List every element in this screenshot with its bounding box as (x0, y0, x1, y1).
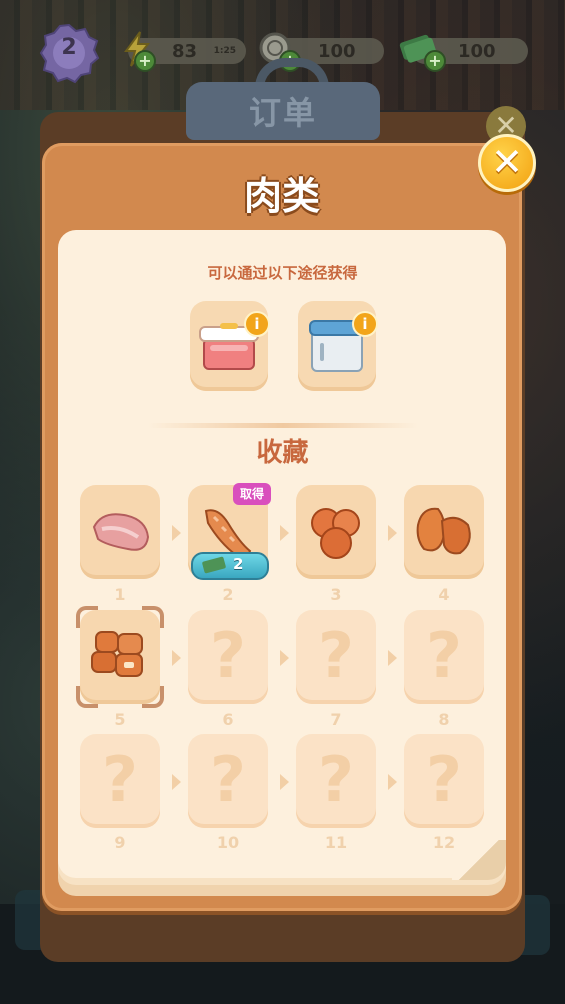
collection-item-6[interactable]: ? (188, 610, 268, 704)
item-level-number: 2 (222, 585, 234, 604)
item-level-number: 11 (324, 833, 348, 852)
cash-value: 100 (458, 41, 496, 62)
item-level-number: 4 (438, 585, 450, 604)
item-level-number: 1 (114, 585, 126, 604)
energy-value: 83 (172, 41, 198, 62)
arrow-icon (172, 650, 181, 666)
unknown-item-placeholder: ? (210, 743, 246, 816)
collection-item-7[interactable]: ? (296, 610, 376, 704)
arrow-icon (280, 650, 289, 666)
dialog-title: 肉类 (243, 174, 320, 218)
collection-item-10[interactable]: ? (188, 734, 268, 828)
orders-tab: 订单 (186, 82, 380, 140)
info-icon[interactable]: i (244, 311, 270, 337)
level-number: 2 (61, 35, 77, 60)
cash-plus-button[interactable]: + (424, 50, 446, 72)
energy-plus-button[interactable]: + (134, 50, 156, 72)
unknown-item-placeholder: ? (102, 743, 138, 816)
collection-item-12[interactable]: ? (404, 734, 484, 828)
price-pill[interactable]: 2 (191, 552, 269, 580)
orders-tab-title: 订单 (248, 94, 317, 132)
item-level-number: 10 (216, 833, 240, 852)
obtain-badge: 取得 (233, 483, 271, 505)
selection-frame (76, 606, 164, 708)
item-level-number: 3 (330, 585, 342, 604)
item-level-number: 6 (222, 710, 234, 729)
collection-item-9[interactable]: ? (80, 734, 160, 828)
item-level-number: 8 (438, 710, 450, 729)
arrow-icon (388, 525, 397, 541)
energy-timer: 1:25 (213, 46, 236, 56)
collection-title: 收藏 (256, 438, 309, 468)
arrow-icon (388, 650, 397, 666)
item-level-number: 5 (114, 710, 126, 729)
coins-value: 100 (318, 41, 356, 62)
unknown-item-placeholder: ? (318, 619, 354, 692)
close-button[interactable]: ✕ (478, 134, 536, 192)
collection-item-8[interactable]: ? (404, 610, 484, 704)
collection-item-4[interactable] (404, 485, 484, 579)
price-value: 2 (233, 555, 244, 573)
cash-icon (202, 556, 226, 574)
collection-item-3[interactable] (296, 485, 376, 579)
item-level-number: 9 (114, 833, 126, 852)
arrow-icon (172, 525, 181, 541)
unknown-item-placeholder: ? (426, 619, 462, 692)
item-level-number: 12 (432, 833, 456, 852)
unknown-item-placeholder: ? (426, 743, 462, 816)
unknown-item-placeholder: ? (318, 743, 354, 816)
sources-title: 可以通过以下途径获得 (207, 264, 358, 282)
section-divider (148, 423, 418, 428)
fried-cutlet-icon (416, 507, 471, 555)
collection-item-11[interactable]: ? (296, 734, 376, 828)
arrow-icon (388, 774, 397, 790)
info-icon[interactable]: i (352, 311, 378, 337)
arrow-icon (172, 774, 181, 790)
arrow-icon (280, 774, 289, 790)
arrow-icon (280, 525, 289, 541)
raw-meat-icon (92, 513, 150, 551)
meatballs-icon (311, 508, 360, 559)
item-level-number: 7 (330, 710, 342, 729)
level-badge[interactable]: 2 (38, 22, 100, 84)
unknown-item-placeholder: ? (210, 619, 246, 692)
close-icon: ✕ (491, 140, 523, 184)
collection-item-1[interactable] (80, 485, 160, 579)
